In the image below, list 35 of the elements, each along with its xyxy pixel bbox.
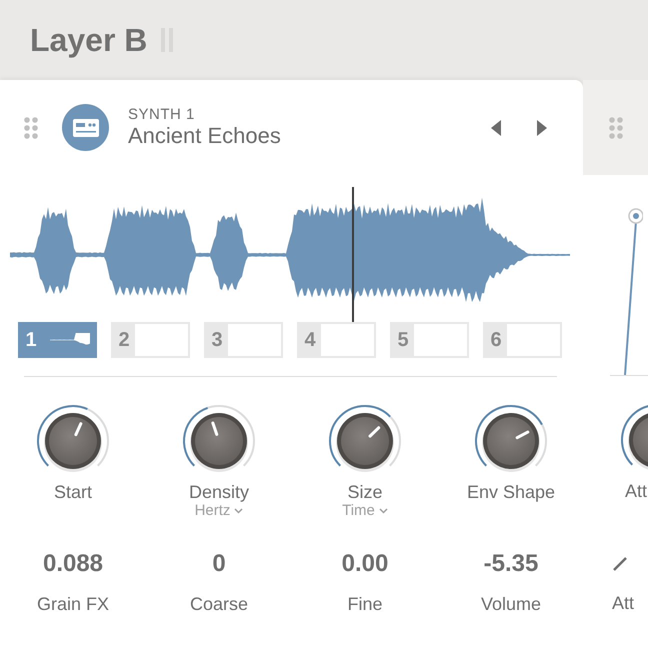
- envelope-drawing[interactable]: [623, 207, 643, 375]
- knob-label: Att: [625, 480, 648, 502]
- sample-slot[interactable]: 1: [18, 322, 97, 358]
- sample-slot[interactable]: 5: [390, 322, 469, 358]
- parameter-label: Grain FX: [36, 593, 110, 615]
- parameter-label: Att: [612, 592, 636, 614]
- waveform-icon: [50, 333, 90, 347]
- layer-title: Layer B: [30, 22, 148, 58]
- parameter-label: Coarse: [190, 593, 248, 615]
- parameter-value[interactable]: 0.00: [342, 549, 388, 579]
- sample-slot[interactable]: 4: [297, 322, 376, 358]
- sample-slot[interactable]: 6: [483, 322, 562, 358]
- unit-dropdown[interactable]: Hertz: [194, 503, 244, 519]
- previous-button[interactable]: [489, 118, 503, 138]
- parameter-label: Fine: [347, 593, 382, 615]
- parameter-value[interactable]: 0.088: [42, 549, 104, 579]
- synth-icon: [72, 118, 98, 136]
- preset-name: Ancient Echoes: [128, 123, 282, 149]
- sample-slot[interactable]: 3: [204, 322, 283, 358]
- parameter-label: Volume: [480, 593, 542, 615]
- knob-label: Size: [347, 481, 382, 503]
- drag-handle-icon[interactable]: [24, 116, 38, 138]
- playhead-line[interactable]: [352, 187, 354, 322]
- drag-handle-icon[interactable]: [609, 116, 623, 138]
- parameter-value[interactable]: -5.35: [484, 549, 538, 579]
- sample-slot[interactable]: 2: [111, 322, 190, 358]
- chevron-down-icon: [378, 508, 388, 514]
- unit-dropdown[interactable]: Time: [342, 503, 388, 519]
- knob-label: Env Shape: [466, 481, 556, 503]
- synth-label: SYNTH 1: [128, 106, 196, 123]
- chevron-down-icon: [234, 508, 244, 514]
- knob-label: Start: [54, 481, 92, 503]
- knob-label: Density: [188, 481, 250, 503]
- next-button[interactable]: [535, 118, 549, 138]
- parameter-value[interactable]: 0: [212, 549, 226, 579]
